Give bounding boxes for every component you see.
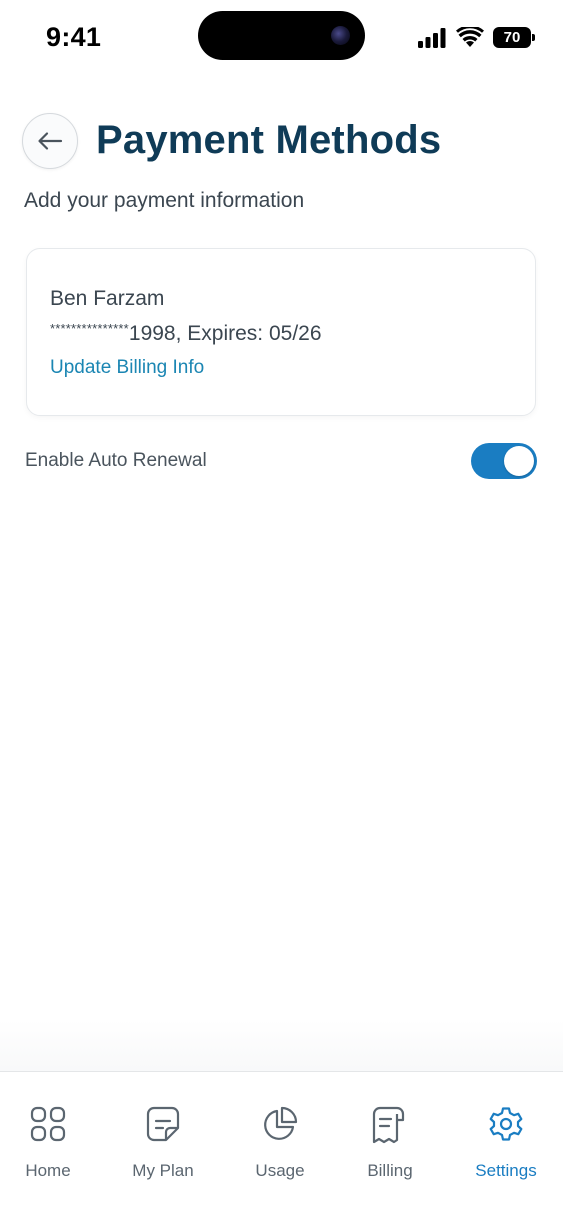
status-time: 9:41 (46, 22, 102, 52)
status-bar: 9:41 70 (0, 0, 563, 78)
page-title: Payment Methods (96, 118, 442, 162)
masked-card-digits: *************** (50, 321, 129, 336)
back-button[interactable] (22, 113, 78, 169)
card-number: ***************1998, Expires: 05/26 (50, 321, 322, 346)
nav-label-home: Home (25, 1161, 71, 1180)
billing-receipt-icon (372, 1106, 405, 1144)
toggle-knob (504, 446, 534, 476)
plan-document-icon (146, 1106, 180, 1142)
usage-pie-icon (264, 1106, 298, 1140)
cardholder-name: Ben Farzam (50, 287, 165, 310)
auto-renewal-toggle[interactable] (471, 443, 537, 479)
payment-method-card: Ben Farzam ***************1998, Expires:… (26, 248, 536, 416)
gear-icon (489, 1107, 523, 1141)
nav-label-my-plan: My Plan (132, 1161, 194, 1180)
battery-indicator: 70 (493, 27, 531, 48)
battery-nub (532, 34, 535, 41)
nav-label-billing: Billing (367, 1161, 413, 1180)
nav-item-usage[interactable]: Usage (224, 1072, 336, 1192)
nav-label-usage: Usage (255, 1161, 305, 1180)
page-subtitle: Add your payment information (24, 189, 305, 212)
arrow-left-icon (38, 132, 63, 150)
card-last-digits-expiry: 1998, Expires: 05/26 (128, 322, 322, 345)
home-grid-icon (30, 1106, 66, 1142)
nav-item-billing[interactable]: Billing (334, 1072, 446, 1192)
update-billing-info-link[interactable]: Update Billing Info (50, 357, 204, 379)
camera-icon (331, 26, 350, 45)
payment-methods-screen: 9:41 70 Payment Methods Add your payment… (0, 0, 563, 1218)
nav-item-my-plan[interactable]: My Plan (107, 1072, 219, 1192)
wifi-icon (456, 27, 484, 47)
auto-renewal-label: Enable Auto Renewal (25, 450, 207, 471)
cellular-signal-icon (418, 28, 446, 48)
nav-item-settings[interactable]: Settings (450, 1072, 562, 1192)
dynamic-island (198, 11, 365, 60)
nav-item-home[interactable]: Home (0, 1072, 104, 1192)
bottom-navigation: Home My Plan Usage Billing Settings (0, 1071, 563, 1218)
bottom-fade (0, 1020, 563, 1072)
nav-label-settings: Settings (475, 1161, 537, 1180)
